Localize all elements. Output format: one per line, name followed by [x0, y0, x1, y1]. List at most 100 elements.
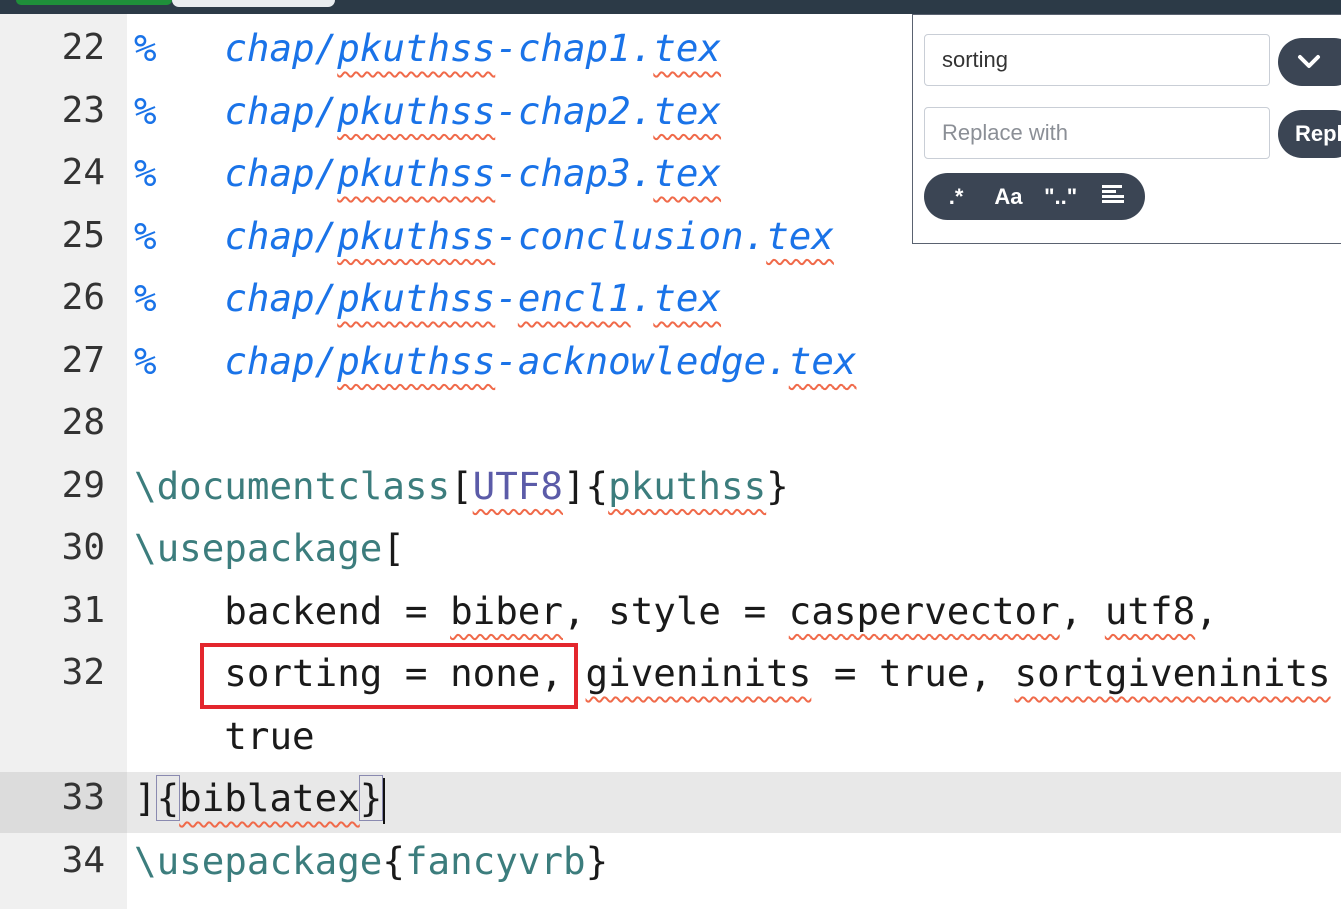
- code-token: UTF8: [472, 463, 563, 508]
- line-number: 31: [61, 589, 105, 631]
- code-token: ]{: [562, 463, 609, 508]
- code-token: ]: [134, 776, 157, 820]
- code-token: %: [134, 88, 225, 133]
- code-token: -chap2.: [495, 88, 654, 133]
- whole-word-toggle[interactable]: "..": [1044, 184, 1078, 210]
- code-token: chap/: [224, 213, 338, 258]
- code-token: chap/: [224, 338, 338, 383]
- code-token: tex: [653, 276, 722, 320]
- code-token: tex: [653, 88, 722, 133]
- code-token: %: [134, 276, 225, 320]
- code-token: ,: [1195, 588, 1218, 633]
- code-token: caspervector: [788, 588, 1060, 633]
- code-token: chap/: [224, 26, 338, 70]
- search-in-selection-toggle[interactable]: [1096, 183, 1130, 211]
- code-token: true: [134, 713, 315, 758]
- code-line[interactable]: % chap/pkuthss-chap3.tex: [134, 142, 721, 204]
- code-line[interactable]: % chap/pkuthss-chap2.tex: [134, 80, 721, 142]
- code-token: chap/: [224, 151, 338, 195]
- code-line[interactable]: backend = biber, style = caspervector, u…: [134, 580, 1218, 642]
- align-left-icon: [1101, 184, 1124, 203]
- code-token: tex: [653, 151, 722, 195]
- code-token: pkuthss: [337, 213, 496, 258]
- code-line[interactable]: \usepackage{fancyvrb}: [134, 830, 608, 892]
- code-token: fancyvrb: [404, 838, 586, 883]
- file-tab[interactable]: [172, 0, 335, 7]
- code-token: \documentclass: [134, 463, 451, 508]
- line-number: 29: [61, 464, 105, 506]
- find-replace-panel: Replace .* Aa "..": [912, 14, 1341, 244]
- code-token: }: [585, 838, 609, 883]
- code-token: -chap3.: [495, 151, 654, 195]
- code-token: -chap1.: [495, 26, 654, 70]
- top-bar: [0, 0, 1341, 14]
- search-options-group: .* Aa "..": [924, 173, 1145, 220]
- chevron-down-icon: [1298, 55, 1320, 68]
- code-line[interactable]: \usepackage[: [134, 517, 405, 579]
- file-tab-active[interactable]: [16, 0, 172, 5]
- code-token: pkuthss: [337, 88, 496, 133]
- code-line[interactable]: % chap/pkuthss-acknowledge.tex: [134, 330, 856, 392]
- code-token: }: [358, 775, 384, 821]
- code-token: chap/: [224, 276, 338, 320]
- code-token: [: [450, 463, 473, 508]
- line-number: 28: [61, 402, 105, 443]
- code-token: encl1: [517, 276, 631, 320]
- code-token: -: [495, 276, 518, 320]
- code-token: utf8: [1104, 588, 1196, 633]
- replace-input[interactable]: [924, 107, 1270, 159]
- code-token: giveninits: [585, 651, 812, 695]
- code-line[interactable]: true: [134, 705, 315, 767]
- code-token: biblatex: [179, 776, 360, 820]
- code-line[interactable]: ]{biblatex}: [134, 767, 386, 829]
- code-token: tex: [766, 213, 834, 258]
- line-number: 34: [61, 839, 105, 881]
- code-line[interactable]: % chap/pkuthss-conclusion.tex: [134, 205, 834, 267]
- case-sensitive-toggle[interactable]: Aa: [991, 184, 1025, 210]
- code-line[interactable]: \documentclass[UTF8]{pkuthss}: [134, 455, 789, 517]
- code-token: \usepackage: [134, 838, 383, 883]
- code-token: pkuthss: [337, 151, 496, 195]
- code-token: ,: [1059, 588, 1105, 633]
- code-line[interactable]: % chap/pkuthss-encl1.tex: [134, 267, 721, 329]
- code-token: %: [134, 151, 225, 195]
- line-number: 33: [61, 777, 105, 818]
- search-options-dropdown[interactable]: [1278, 38, 1341, 86]
- line-number: 27: [61, 339, 105, 381]
- line-number: 32: [61, 652, 105, 693]
- code-token: pkuthss: [337, 276, 496, 320]
- code-token: \usepackage: [134, 526, 383, 570]
- code-token: {: [155, 775, 181, 821]
- code-token: %: [134, 213, 225, 258]
- code-token: tex: [653, 26, 722, 70]
- code-token: tex: [788, 338, 857, 383]
- code-token: .: [630, 276, 654, 320]
- code-token: , style =: [562, 588, 789, 633]
- code-token: = true,: [811, 651, 1015, 695]
- line-number: 23: [61, 89, 105, 131]
- code-token: pkuthss: [337, 338, 496, 383]
- code-token: -acknowledge.: [495, 338, 789, 383]
- line-number: [0, 705, 105, 767]
- line-number: 26: [61, 277, 105, 318]
- replace-button[interactable]: Replace: [1278, 110, 1341, 158]
- code-token: pkuthss: [337, 26, 496, 70]
- code-token: pkuthss: [608, 463, 767, 508]
- code-token: chap/: [224, 88, 338, 133]
- regex-toggle[interactable]: .*: [939, 184, 973, 210]
- line-number: 24: [61, 152, 105, 193]
- line-number: 30: [61, 527, 105, 568]
- search-match-highlight: [200, 643, 578, 709]
- code-token: }: [766, 463, 789, 508]
- code-token: =: [1331, 651, 1341, 695]
- code-token: -conclusion.: [495, 213, 767, 258]
- line-number: 22: [61, 27, 105, 68]
- text-cursor: [383, 777, 386, 824]
- search-input[interactable]: [924, 34, 1270, 86]
- code-line[interactable]: % chap/pkuthss-chap1.tex: [134, 17, 721, 79]
- code-token: backend =: [134, 588, 451, 633]
- code-token: biber: [450, 588, 563, 633]
- code-token: {: [382, 838, 405, 883]
- code-token: sortgiveninits: [1014, 651, 1331, 695]
- code-token: [: [382, 526, 405, 570]
